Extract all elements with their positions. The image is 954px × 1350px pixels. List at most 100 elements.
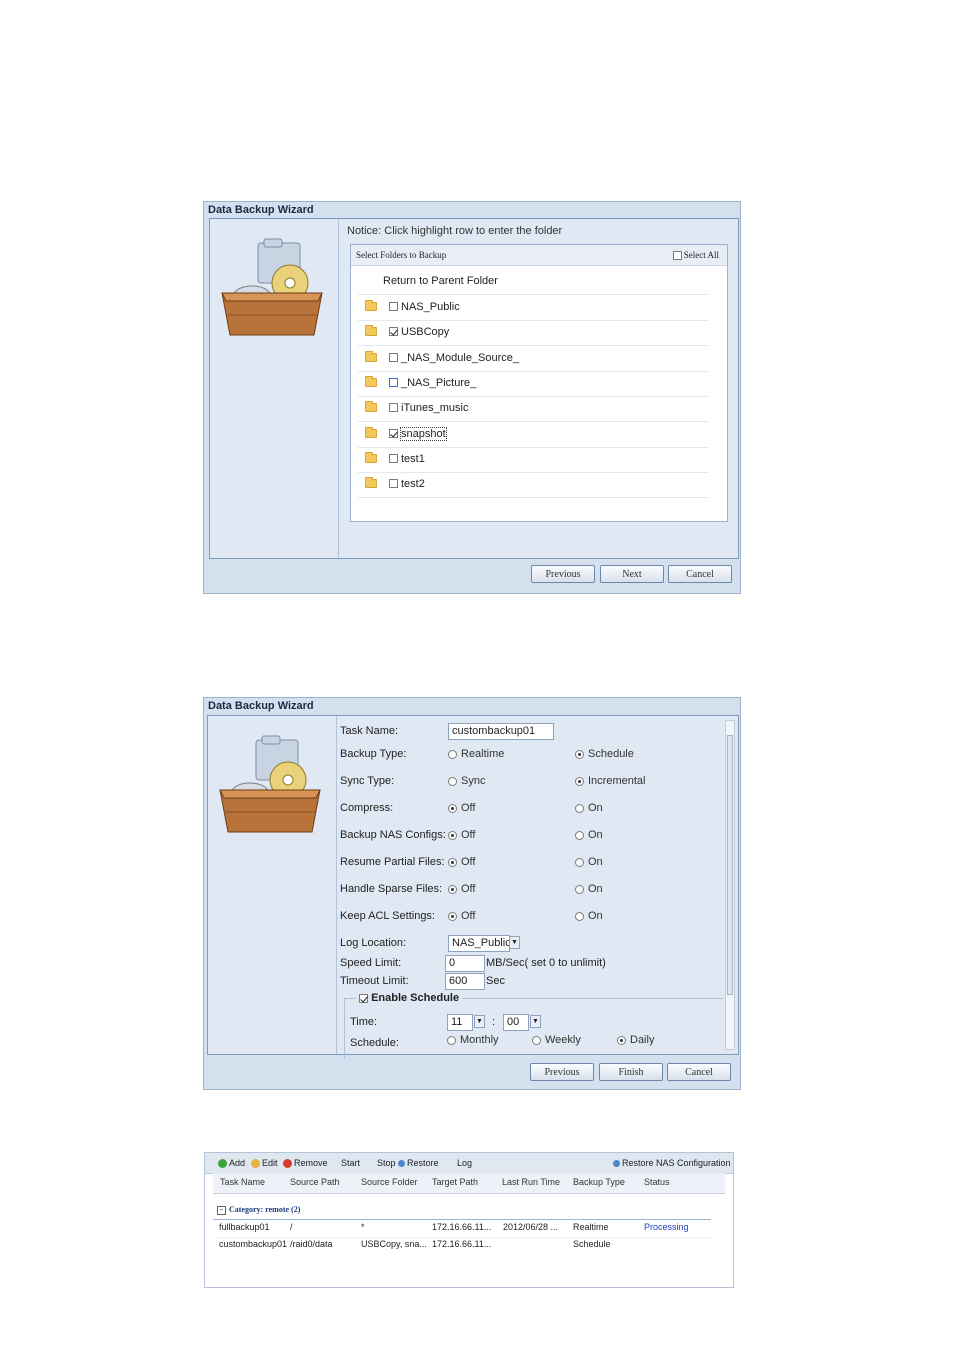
folder-name: test1 <box>401 452 425 465</box>
backup-nas-configs-on[interactable]: On <box>575 829 603 841</box>
select-all-toggle[interactable]: Select All <box>672 250 719 261</box>
time-hour-select[interactable]: 11 <box>447 1014 473 1031</box>
folder-row[interactable]: _NAS_Module_Source_ <box>358 346 708 372</box>
column-header[interactable]: Status <box>644 1177 670 1187</box>
stop-button[interactable]: Stop <box>377 1158 396 1168</box>
column-header[interactable]: Last Run Time <box>502 1177 560 1187</box>
table-row[interactable]: fullbackup01 / * 172.16.66.11... 2012/06… <box>213 1221 711 1237</box>
category-divider <box>213 1219 711 1220</box>
select-folders-title: Select Folders to Backup <box>356 250 447 260</box>
restore-nas-config-button[interactable]: Restore NAS Configuration <box>613 1158 731 1168</box>
column-header[interactable]: Backup Type <box>573 1177 625 1187</box>
enable-schedule-checkbox[interactable] <box>359 993 368 1003</box>
folder-checkbox[interactable] <box>389 377 398 387</box>
chevron-down-icon[interactable]: ▼ <box>509 936 520 949</box>
cancel-button[interactable]: Cancel <box>667 1063 731 1081</box>
cancel-button[interactable]: Cancel <box>668 565 732 583</box>
enable-schedule-toggle[interactable]: Enable Schedule <box>356 992 463 1004</box>
folder-checkbox[interactable] <box>389 327 398 337</box>
scrollbar-thumb[interactable] <box>727 735 733 995</box>
folder-row[interactable]: USBCopy <box>358 320 708 347</box>
vertical-scrollbar[interactable] <box>725 720 735 1050</box>
time-minute-select[interactable]: 00 <box>503 1014 529 1031</box>
next-button[interactable]: Next <box>600 565 664 583</box>
folder-icon <box>365 375 377 387</box>
speed-limit-input[interactable]: 0 <box>445 955 485 972</box>
folder-row[interactable]: snapshot <box>358 422 708 448</box>
timeout-limit-input[interactable]: 600 <box>445 973 485 990</box>
folder-icon <box>365 350 377 362</box>
keep-acl-on[interactable]: On <box>575 910 603 922</box>
previous-button[interactable]: Previous <box>531 565 595 583</box>
timeout-limit-label: Timeout Limit: <box>340 975 409 987</box>
column-header[interactable]: Source Folder <box>361 1177 418 1187</box>
edit-button[interactable]: Edit <box>251 1158 278 1169</box>
folder-checkbox[interactable] <box>389 453 398 463</box>
column-header[interactable]: Source Path <box>290 1177 340 1187</box>
handle-sparse-off[interactable]: Off <box>448 883 475 895</box>
category-group-header[interactable]: − Category: remote (2) <box>217 1205 300 1215</box>
cell-source-folder: USBCopy, sna... <box>361 1239 427 1249</box>
start-button[interactable]: Start <box>341 1158 360 1168</box>
folder-row[interactable]: NAS_Public <box>358 295 708 321</box>
task-toolbar: Add Edit Remove Start Stop Restore Log R… <box>205 1153 733 1174</box>
folder-name: _NAS_Module_Source_ <box>401 351 520 364</box>
timeout-limit-unit: Sec <box>486 975 505 987</box>
folder-checkbox[interactable] <box>389 479 398 489</box>
schedule-daily[interactable]: Daily <box>617 1034 654 1046</box>
collapse-icon[interactable]: − <box>217 1206 226 1215</box>
table-row[interactable]: custombackup01 /raid0/data USBCopy, sna.… <box>213 1237 711 1254</box>
folder-name: snapshot <box>400 426 447 441</box>
folder-name: iTunes_music <box>401 402 469 415</box>
backup-box-icon <box>219 735 321 833</box>
chevron-down-icon[interactable]: ▼ <box>474 1015 485 1028</box>
resume-partial-on[interactable]: On <box>575 856 603 868</box>
folder-checkbox[interactable] <box>389 403 398 413</box>
resume-partial-off[interactable]: Off <box>448 856 475 868</box>
keep-acl-off[interactable]: Off <box>448 910 475 922</box>
folder-row[interactable]: iTunes_music <box>358 396 708 423</box>
resume-partial-label: Resume Partial Files: <box>340 856 445 868</box>
remove-button[interactable]: Remove <box>283 1158 328 1169</box>
folder-checkbox[interactable] <box>389 302 398 311</box>
previous-button[interactable]: Previous <box>530 1063 594 1081</box>
compress-on[interactable]: On <box>575 802 603 814</box>
compress-label: Compress: <box>340 802 394 814</box>
schedule-weekly[interactable]: Weekly <box>532 1034 581 1046</box>
cell-task-name: custombackup01 <box>219 1239 288 1249</box>
task-name-input[interactable]: custombackup01 <box>448 723 554 740</box>
return-parent-row[interactable]: Return to Parent Folder <box>358 269 708 295</box>
data-backup-wizard-options: Data Backup Wizard Task Name: customback… <box>203 697 741 1090</box>
log-button[interactable]: Log <box>457 1158 472 1168</box>
folder-icon <box>365 401 377 413</box>
folder-row[interactable]: test2 <box>358 472 708 499</box>
sync-type-sync[interactable]: Sync <box>448 775 485 787</box>
folder-checkbox[interactable] <box>389 352 398 362</box>
handle-sparse-on[interactable]: On <box>575 883 603 895</box>
folder-row[interactable]: _NAS_Picture_ <box>358 371 708 397</box>
folder-checkbox[interactable] <box>389 428 398 438</box>
schedule-monthly[interactable]: Monthly <box>447 1034 499 1046</box>
folder-icon <box>365 325 377 337</box>
sync-type-incremental[interactable]: Incremental <box>575 775 645 787</box>
backup-type-schedule[interactable]: Schedule <box>575 748 634 760</box>
select-all-checkbox[interactable] <box>672 251 682 261</box>
remove-icon <box>283 1159 292 1169</box>
compress-off[interactable]: Off <box>448 802 475 814</box>
finish-button[interactable]: Finish <box>599 1063 663 1081</box>
restore-button[interactable]: Restore <box>398 1158 439 1168</box>
notice-text: Notice: Click highlight row to enter the… <box>347 225 563 237</box>
cell-last-run-time: 2012/06/28 ... <box>503 1222 559 1232</box>
add-button[interactable]: Add <box>218 1158 245 1169</box>
backup-nas-configs-off[interactable]: Off <box>448 829 475 841</box>
backup-type-label: Backup Type: <box>340 748 407 760</box>
column-header[interactable]: Task Name <box>220 1177 265 1187</box>
chevron-down-icon[interactable]: ▼ <box>530 1015 541 1028</box>
folder-row[interactable]: test1 <box>358 447 708 473</box>
log-location-select[interactable]: NAS_Public <box>448 935 511 952</box>
column-header[interactable]: Target Path <box>432 1177 478 1187</box>
enable-schedule-label: Enable Schedule <box>371 992 460 1004</box>
backup-type-realtime[interactable]: Realtime <box>448 748 504 760</box>
data-backup-wizard-folders: Data Backup Wizard Notice: Click highlig… <box>203 201 741 594</box>
keep-acl-label: Keep ACL Settings: <box>340 910 435 922</box>
